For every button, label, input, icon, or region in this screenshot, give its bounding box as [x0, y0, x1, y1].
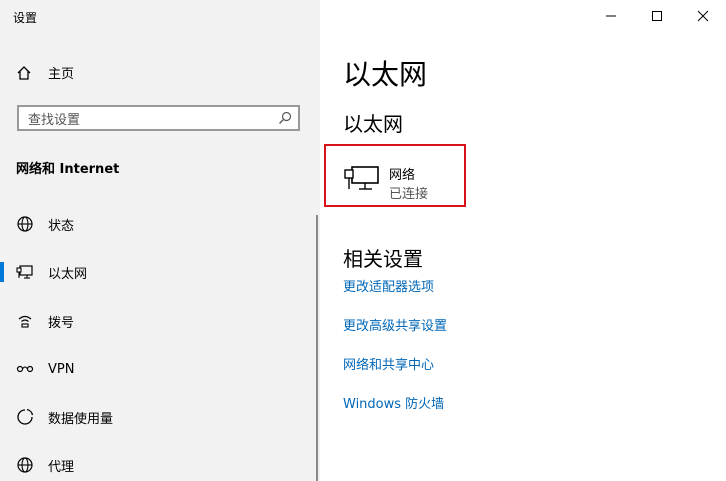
section-heading-ethernet: 以太网 — [343, 112, 403, 136]
sidebar-item-status[interactable]: 状态 — [0, 209, 320, 239]
close-button[interactable] — [692, 5, 714, 27]
sidebar-scrollbar[interactable] — [316, 215, 318, 481]
section-title: 网络和 Internet — [16, 162, 120, 177]
home-icon — [17, 65, 31, 80]
maximize-icon — [652, 11, 662, 21]
globe-icon — [17, 216, 33, 232]
page-title: 以太网 — [343, 58, 428, 91]
data-usage-icon — [17, 408, 34, 425]
link-windows-firewall[interactable]: Windows 防火墙 — [343, 393, 444, 412]
proxy-globe-icon — [17, 457, 33, 473]
sidebar-item-label: 以太网 — [48, 266, 88, 282]
dialup-icon — [18, 315, 32, 328]
sidebar-item-data-usage[interactable]: 数据使用量 — [0, 402, 320, 432]
maximize-button[interactable] — [646, 5, 668, 27]
search-input[interactable]: 查找设置 — [17, 105, 300, 131]
ethernet-network-icon — [344, 166, 379, 190]
ethernet-icon — [16, 265, 33, 279]
sidebar-item-label: 数据使用量 — [48, 411, 114, 427]
window-title: 设置 — [13, 11, 38, 25]
vpn-icon — [16, 365, 34, 373]
sidebar-item-label: 状态 — [48, 218, 75, 234]
sidebar-item-proxy[interactable]: 代理 — [0, 450, 320, 480]
sidebar-item-home[interactable]: 主页 — [16, 63, 74, 82]
link-network-sharing-center[interactable]: 网络和共享中心 — [343, 354, 434, 373]
close-icon — [697, 10, 709, 22]
network-connection-card[interactable]: 网络 已连接 — [324, 144, 466, 207]
link-change-adapter-options[interactable]: 更改适配器选项 — [343, 276, 434, 295]
minimize-icon — [606, 15, 616, 17]
network-name: 网络 — [389, 168, 416, 183]
active-indicator — [0, 262, 4, 282]
search-icon[interactable] — [278, 111, 292, 125]
sidebar-item-label: VPN — [48, 361, 75, 377]
related-settings-title: 相关设置 — [343, 247, 423, 271]
home-label: 主页 — [48, 67, 75, 82]
sidebar-item-label: 拨号 — [48, 315, 75, 331]
sidebar-item-ethernet[interactable]: 以太网 — [0, 257, 320, 287]
sidebar: 设置 主页 查找设置 网络和 Internet 状态 以太网 拨号 VPN 数据… — [0, 0, 320, 481]
sidebar-item-dialup[interactable]: 拨号 — [0, 306, 320, 336]
minimize-button[interactable] — [600, 5, 622, 27]
sidebar-item-vpn[interactable]: VPN — [0, 354, 320, 384]
network-status: 已连接 — [389, 187, 429, 202]
sidebar-item-label: 代理 — [48, 459, 75, 475]
search-placeholder: 查找设置 — [28, 112, 81, 128]
link-advanced-sharing[interactable]: 更改高级共享设置 — [343, 315, 447, 334]
